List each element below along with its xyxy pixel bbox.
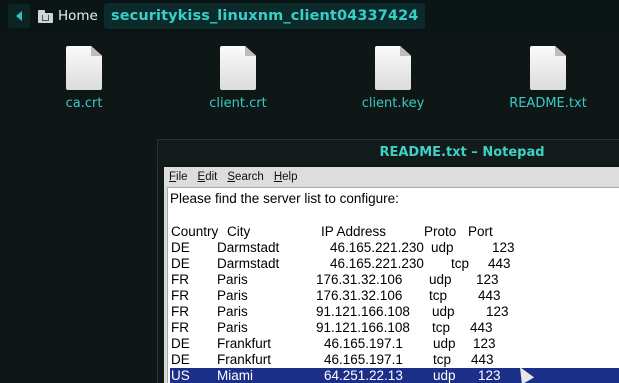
notepad-menubar: File Edit Search Help <box>164 167 619 186</box>
breadcrumb-home[interactable]: Home <box>34 4 104 28</box>
header-ip: IP Address <box>321 224 387 239</box>
notepad-window[interactable]: README.txt – Notepad File Edit Search He… <box>157 139 619 383</box>
cell-ip: 64.251.22.13 <box>324 368 403 383</box>
server-row[interactable]: US Miami 64.251.22.13 udp 123 <box>170 368 619 383</box>
server-row[interactable]: DE Frankfurt 46.165.197.1 tcp 443 <box>170 352 619 368</box>
cell-country: DE <box>171 352 190 367</box>
cell-proto: udp <box>429 272 452 287</box>
cell-ip: 176.31.32.106 <box>316 288 403 303</box>
cell-city: Darmstadt <box>217 240 280 255</box>
cell-proto: udp <box>433 336 456 351</box>
menu-file[interactable]: File <box>169 171 188 183</box>
cell-city: Paris <box>217 304 248 319</box>
cell-port: 123 <box>473 336 496 351</box>
cell-port: 123 <box>486 304 509 319</box>
header-port: Port <box>468 224 493 239</box>
cell-city: Paris <box>217 320 248 335</box>
notepad-title[interactable]: README.txt – Notepad <box>158 140 619 165</box>
cell-proto: tcp <box>433 352 452 367</box>
file-label: client.key <box>361 96 425 111</box>
file-client-crt[interactable]: client.crt <box>188 46 288 111</box>
notepad-text-area[interactable]: Please find the server list to configure… <box>167 187 619 383</box>
cell-proto: tcp <box>429 288 448 303</box>
header-city: City <box>227 224 251 239</box>
server-row[interactable]: FR Paris 176.31.32.106 tcp 443 <box>170 288 619 304</box>
cell-country: US <box>171 368 190 383</box>
home-folder-icon <box>38 9 53 23</box>
file-client-key[interactable]: client.key <box>343 46 443 111</box>
cell-port: 123 <box>492 240 515 255</box>
cell-proto: udp <box>433 368 456 383</box>
cell-proto: tcp <box>432 320 451 335</box>
file-manager-toolbar: Home securitykiss_linuxnm_client04337424 <box>0 0 619 34</box>
text-file-icon <box>530 46 566 90</box>
breadcrumb-current-folder[interactable]: securitykiss_linuxnm_client04337424 <box>104 3 426 29</box>
server-row[interactable]: FR Paris 91.121.166.108 udp 123 <box>170 304 619 320</box>
back-arrow-icon[interactable] <box>8 4 30 28</box>
text-file-icon <box>375 46 411 90</box>
cell-port: 123 <box>476 272 499 287</box>
file-label: README.txt <box>509 96 587 111</box>
cell-port: 443 <box>471 352 494 367</box>
server-row[interactable]: DE Darmstadt 46.165.221.230 tcp 443 <box>170 256 619 272</box>
text-file-icon <box>66 46 102 90</box>
column-header-row: Country City IP Address Proto Port <box>170 224 619 240</box>
cell-city: Frankfurt <box>217 336 272 351</box>
server-row[interactable]: DE Frankfurt 46.165.197.1 udp 123 <box>170 336 619 352</box>
menu-help[interactable]: Help <box>274 171 298 183</box>
cell-ip: 91.121.166.108 <box>316 304 410 319</box>
cell-country: FR <box>171 304 189 319</box>
cell-proto: tcp <box>451 256 470 271</box>
cell-port: 443 <box>488 256 511 271</box>
header-proto: Proto <box>424 224 457 239</box>
file-ca-crt[interactable]: ca.crt <box>34 46 134 111</box>
cell-city: Frankfurt <box>217 352 272 367</box>
cell-port: 443 <box>470 320 493 335</box>
cell-port: 443 <box>478 288 501 303</box>
cell-city: Darmstadt <box>217 256 280 271</box>
cell-ip: 46.165.221.230 <box>330 256 424 271</box>
menu-search[interactable]: Search <box>227 171 263 183</box>
cell-proto: udp <box>431 240 454 255</box>
cell-country: DE <box>171 256 190 271</box>
cell-country: FR <box>171 272 189 287</box>
cell-ip: 46.165.197.1 <box>324 352 403 367</box>
cell-ip: 46.165.221.230 <box>330 240 424 255</box>
breadcrumb-home-label: Home <box>58 8 98 24</box>
cell-city: Paris <box>217 288 248 303</box>
header-country: Country <box>171 224 219 239</box>
cell-ip: 176.31.32.106 <box>316 272 403 287</box>
cell-city: Miami <box>217 368 253 383</box>
cell-country: DE <box>171 240 190 255</box>
file-readme-txt[interactable]: README.txt <box>498 46 598 111</box>
server-row[interactable]: FR Paris 91.121.166.108 tcp 443 <box>170 320 619 336</box>
cell-port: 123 <box>478 368 501 383</box>
cell-country: FR <box>171 288 189 303</box>
cell-country: DE <box>171 336 190 351</box>
cell-ip: 46.165.197.1 <box>324 336 403 351</box>
file-label: ca.crt <box>65 96 103 111</box>
intro-line: Please find the server list to configure… <box>170 191 399 206</box>
cell-proto: udp <box>432 304 455 319</box>
cell-ip: 91.121.166.108 <box>316 320 410 335</box>
cell-city: Paris <box>217 272 248 287</box>
server-row[interactable]: DE Darmstadt 46.165.221.230 udp 123 <box>170 240 619 256</box>
notepad-client: File Edit Search Help Please find the se… <box>164 167 619 383</box>
text-file-icon <box>220 46 256 90</box>
file-label: client.crt <box>209 96 267 111</box>
cell-country: FR <box>171 320 189 335</box>
menu-edit[interactable]: Edit <box>198 171 218 183</box>
server-row[interactable]: FR Paris 176.31.32.106 udp 123 <box>170 272 619 288</box>
